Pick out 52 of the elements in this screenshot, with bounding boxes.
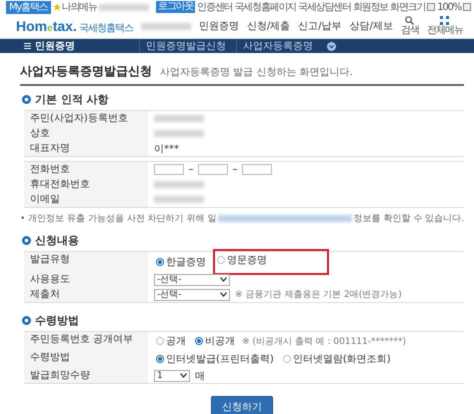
field-label: 상호	[24, 126, 148, 141]
logout-button[interactable]: 로그아웃	[156, 1, 196, 13]
dropdown[interactable]: -선택-	[154, 288, 230, 300]
field-label: 제출처	[24, 287, 148, 302]
top-link[interactable]: 회원정보	[352, 0, 388, 14]
radio-option[interactable]: 인터넷열람(화면조회)	[280, 350, 393, 368]
menu-title[interactable]: 민원증명	[35, 39, 135, 53]
quantity-dropdown[interactable]: 1	[154, 370, 190, 382]
field-label: 사용용도	[24, 272, 148, 287]
field-label: 대표자명	[24, 141, 148, 156]
field-value: 이***	[154, 142, 179, 156]
nav-item[interactable]: 신청/제출	[246, 19, 290, 33]
section-heading: 수령방법	[35, 313, 79, 328]
notice-text: 정보를 확인할 수 있습니다.	[354, 213, 464, 225]
zoom-level: 100%	[437, 2, 461, 12]
radio-option[interactable]: 한글증명	[154, 253, 208, 271]
apply-button[interactable]: 신청하기	[211, 396, 273, 414]
my-hometax-button[interactable]: My홈택스	[6, 0, 51, 14]
field-label: 전화번호	[24, 162, 148, 177]
notice-text: • 개인정보 유출 가능성을 사전 차단하기 위해 일	[20, 213, 216, 225]
field-label: 발급유형	[24, 252, 148, 272]
field-label: 이메일	[24, 192, 148, 207]
nav-item[interactable]: 민원증명	[198, 19, 239, 33]
section-heading: 신청내용	[35, 233, 79, 248]
hometax-logo[interactable]: Hometax.국세청홈택스	[16, 18, 133, 34]
search-button[interactable]: 검색	[400, 16, 419, 36]
all-menu-button[interactable]: 전체메뉴	[426, 16, 463, 36]
unit-text: 매	[195, 370, 205, 382]
field-label: 발급희망수량	[24, 368, 148, 383]
top-link[interactable]: 인증센터	[197, 0, 232, 14]
hint-text: ※ (비공개시 출력 예 : 001111-*******)	[242, 336, 406, 348]
nav-item[interactable]: 신고/납부	[298, 19, 342, 33]
hint-text: ※ 금융기관 제출용은 기본 2매(변경가능)	[235, 289, 402, 301]
radio-option[interactable]: 비공개	[193, 332, 237, 350]
my-menu-link[interactable]: 나의메뉴	[52, 0, 97, 14]
field-label: 수령방법	[24, 350, 148, 368]
top-link[interactable]: 국세청홈페이지	[234, 0, 296, 14]
nav-item[interactable]: 상담/제보	[350, 19, 393, 33]
page-title: 사업자등록증명발급신청	[20, 63, 152, 80]
section-heading: 기본 인적 사항	[35, 92, 109, 107]
page-subtitle: 사업자등록증명 발급 신청하는 화면입니다.	[160, 66, 353, 79]
highlighted-radio-option[interactable]: 영문증명	[213, 249, 329, 275]
breadcrumb-item[interactable]: 사업자등록증명	[236, 39, 319, 53]
radio-option[interactable]: 공개	[154, 332, 188, 350]
field-label: 주민등록번호 공개여부	[24, 332, 148, 350]
field-label: 휴대전화번호	[24, 177, 148, 192]
dropdown[interactable]: -선택-	[154, 274, 230, 286]
top-link[interactable]: 화면크기	[390, 0, 426, 14]
top-link[interactable]: 국세상담센터	[298, 0, 351, 14]
field-label: 주민(사업자)등록번호	[24, 111, 148, 126]
breadcrumb-item[interactable]: 민원증명발급신청	[139, 39, 232, 53]
radio-option[interactable]: 인터넷발급(프린터출력)	[154, 350, 276, 368]
